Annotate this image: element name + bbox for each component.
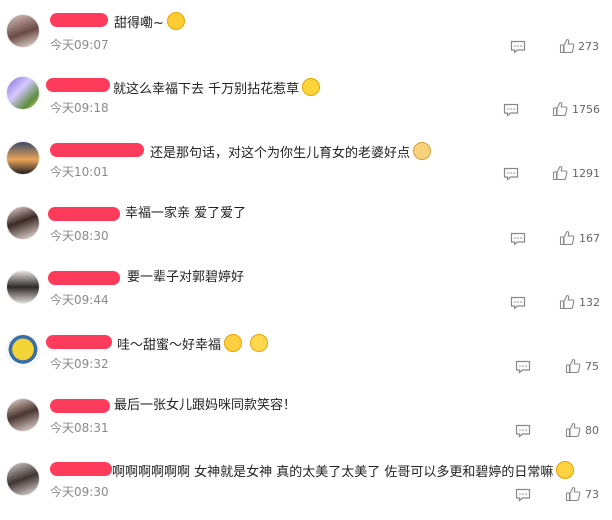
comment-item: 啊啊啊啊啊啊 女神就是女神 真的太美了太美了 佐哥可以多更和碧婷的日常嘛 今天0…: [0, 456, 612, 520]
blowing-kiss-emoji-icon: [250, 334, 269, 352]
like-count: 73: [585, 488, 599, 501]
comment-time: 今天09:30: [50, 485, 109, 499]
comment-reply-icon[interactable]: [515, 424, 531, 438]
thumbs-up-icon[interactable]: [565, 422, 581, 438]
comment-text: 就这么幸福下去 千万别拈花惹草: [113, 78, 321, 98]
like-count: 75: [585, 360, 599, 373]
comment-text: 幸福一家亲 爱了爱了: [125, 206, 247, 221]
avatar[interactable]: [6, 270, 40, 304]
comment-item: 还是那句话，对这个为你生儿育女的老婆好点 今天10:01 1291: [0, 134, 612, 198]
heart-eyes-emoji-icon: [224, 334, 243, 352]
comment-item: 幸福一家亲 爱了爱了 今天08:30 167: [0, 200, 612, 264]
thumbs-up-icon[interactable]: [565, 486, 581, 502]
like-count: 167: [579, 232, 600, 245]
comment-text: 甜得嘞~: [114, 12, 185, 32]
comment-time: 今天08:30: [50, 229, 109, 243]
avatar[interactable]: [6, 334, 40, 368]
thumbs-up-icon[interactable]: [559, 230, 575, 246]
username-redacted[interactable]: [46, 78, 110, 92]
comment-reply-icon[interactable]: [503, 103, 519, 117]
like-count: 132: [579, 296, 600, 309]
comment-text: 啊啊啊啊啊啊 女神就是女神 真的太美了太美了 佐哥可以多更和碧婷的日常嘛: [112, 461, 575, 481]
comment-text: 哇～甜蜜～好幸福: [117, 334, 269, 354]
comment-reply-icon[interactable]: [515, 488, 531, 502]
comment-text: 要一辈子对郭碧婷好: [127, 270, 245, 285]
like-count: 80: [585, 424, 599, 437]
comment-reply-icon[interactable]: [510, 296, 526, 310]
avatar[interactable]: [6, 76, 40, 110]
comment-text: 还是那句话，对这个为你生儿育女的老婆好点: [150, 142, 432, 162]
comment-reply-icon[interactable]: [510, 40, 526, 54]
comment-item: 要一辈子对郭碧婷好 今天09:44 132: [0, 264, 612, 328]
comment-time: 今天08:31: [50, 421, 109, 435]
username-redacted[interactable]: [50, 462, 112, 476]
comment-item: 哇～甜蜜～好幸福 今天09:32 75: [0, 328, 612, 392]
avatar[interactable]: [6, 141, 40, 175]
thumbs-up-icon[interactable]: [565, 358, 581, 374]
thumbs-up-icon[interactable]: [552, 101, 568, 117]
username-redacted[interactable]: [50, 13, 108, 27]
comment-time: 今天09:07: [50, 38, 109, 52]
avatar[interactable]: [6, 206, 40, 240]
username-redacted[interactable]: [50, 399, 110, 413]
avatar[interactable]: [6, 14, 40, 48]
comment-time: 今天10:01: [50, 165, 109, 179]
comment-time: 今天09:44: [50, 293, 109, 307]
username-redacted[interactable]: [46, 335, 112, 349]
thumbs-up-icon[interactable]: [552, 165, 568, 181]
comment-time: 今天09:32: [50, 357, 109, 371]
dog-face-emoji-icon: [413, 142, 432, 160]
avatar[interactable]: [6, 462, 40, 496]
username-redacted[interactable]: [50, 143, 144, 157]
avatar[interactable]: [6, 398, 40, 432]
like-count: 273: [578, 40, 599, 53]
thumbs-up-icon[interactable]: [559, 38, 575, 54]
username-redacted[interactable]: [48, 271, 120, 285]
comment-reply-icon[interactable]: [510, 232, 526, 246]
screaming-face-emoji-icon: [556, 461, 575, 479]
comment-item: 就这么幸福下去 千万别拈花惹草 今天09:18 1756: [0, 70, 612, 134]
username-redacted[interactable]: [48, 207, 120, 221]
laughing-tears-emoji-icon: [302, 78, 321, 96]
comment-text: 最后一张女儿跟妈咪同款笑容！: [114, 398, 297, 413]
comment-item: 最后一张女儿跟妈咪同款笑容！ 今天08:31 80: [0, 392, 612, 456]
like-count: 1291: [572, 167, 600, 180]
comment-item: 甜得嘞~ 今天09:07 273: [0, 6, 612, 70]
thumbs-up-icon[interactable]: [559, 294, 575, 310]
party-emoji-icon: [166, 12, 185, 30]
comment-reply-icon[interactable]: [503, 167, 519, 181]
comment-time: 今天09:18: [50, 101, 109, 115]
comment-reply-icon[interactable]: [515, 360, 531, 374]
like-count: 1756: [572, 103, 600, 116]
